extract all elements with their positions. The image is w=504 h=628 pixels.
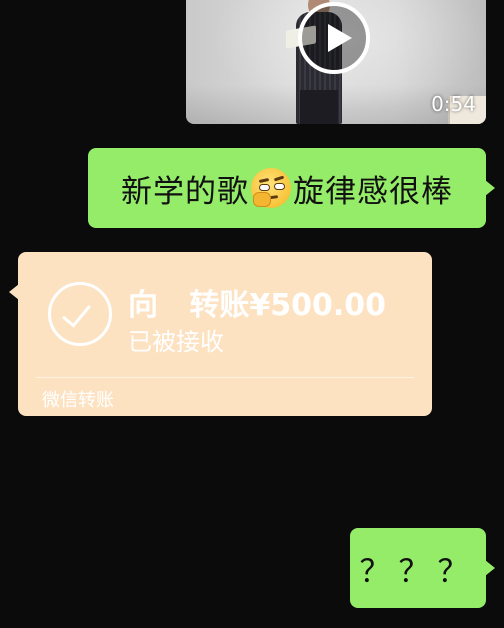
transfer-card[interactable]: 向 转账¥500.00 已被接收 微信转账 (9, 252, 432, 416)
video-thumbnail-person-legs (300, 90, 338, 124)
transfer-amount: 向 转账¥500.00 (128, 288, 386, 323)
chat-screen: 0:54 新学的歌 旋律感很棒 向 转账¥500.00 已被接收 微信转账 ？？… (0, 0, 504, 628)
transfer-footer-label: 微信转账 (42, 390, 114, 411)
check-circle-icon (48, 282, 112, 346)
thinking-face-emoji-icon (251, 168, 291, 208)
play-icon[interactable] (298, 2, 370, 74)
sent-message-bubble-2[interactable]: ？？？ (350, 528, 486, 608)
video-duration: 0:54 (431, 92, 476, 116)
message-text: ？？？ (359, 553, 477, 590)
message-text-part1: 新学的歌 (121, 173, 249, 210)
message-text-part2: 旋律感很棒 (293, 173, 453, 210)
sent-message-bubble[interactable]: 新学的歌 旋律感很棒 (88, 148, 486, 228)
transfer-status: 已被接收 (128, 328, 224, 356)
divider (36, 377, 414, 378)
video-message[interactable]: 0:54 (186, 0, 486, 124)
